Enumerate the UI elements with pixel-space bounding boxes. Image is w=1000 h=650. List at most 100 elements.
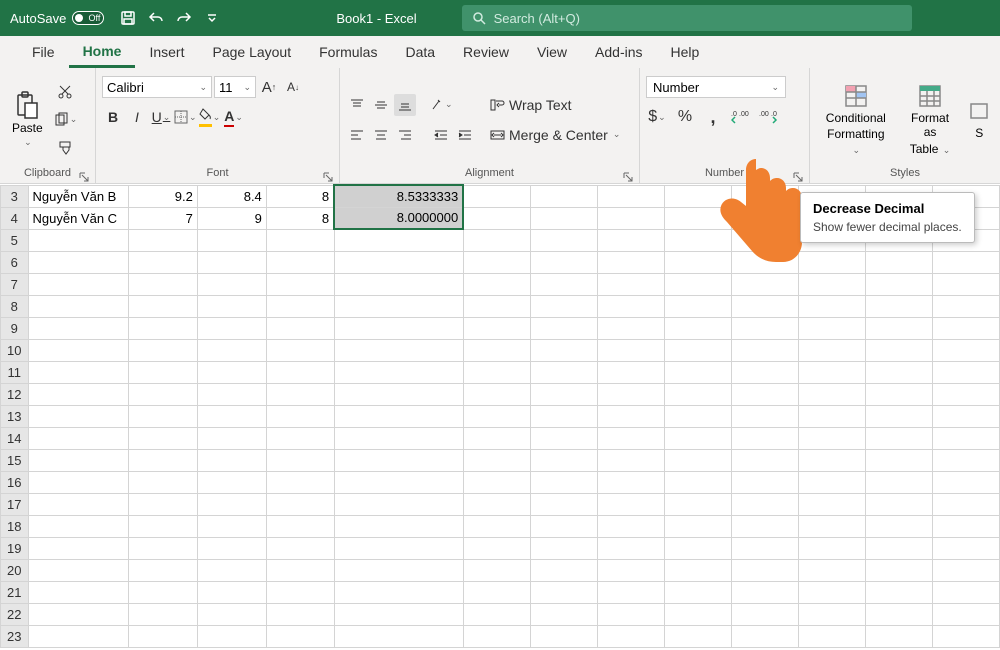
align-middle-button[interactable] <box>370 94 392 116</box>
tab-file[interactable]: File <box>18 38 69 66</box>
cell-J18[interactable] <box>731 515 798 537</box>
cell-C8[interactable] <box>197 295 266 317</box>
cell-C12[interactable] <box>197 383 266 405</box>
cell-E21[interactable] <box>334 581 463 603</box>
cell-B15[interactable] <box>128 449 197 471</box>
cell-L18[interactable] <box>865 515 932 537</box>
cell-G23[interactable] <box>530 625 597 647</box>
row-header[interactable]: 11 <box>1 361 29 383</box>
cell-B4[interactable]: 7 <box>128 207 197 229</box>
row-header[interactable]: 23 <box>1 625 29 647</box>
cell-D15[interactable] <box>266 449 334 471</box>
cell-K21[interactable] <box>798 581 865 603</box>
cell-H8[interactable] <box>597 295 664 317</box>
cell-G7[interactable] <box>530 273 597 295</box>
cell-I10[interactable] <box>664 339 731 361</box>
cell-D13[interactable] <box>266 405 334 427</box>
row-header[interactable]: 9 <box>1 317 29 339</box>
cell-K7[interactable] <box>798 273 865 295</box>
wrap-text-button[interactable]: Wrap Text <box>484 94 578 116</box>
cell-D8[interactable] <box>266 295 334 317</box>
cell-B11[interactable] <box>128 361 197 383</box>
cell-A9[interactable] <box>28 317 128 339</box>
cell-C14[interactable] <box>197 427 266 449</box>
paste-button[interactable]: Paste ⌄ <box>6 89 49 150</box>
cell-M9[interactable] <box>932 317 999 339</box>
cell-H3[interactable] <box>597 185 664 207</box>
cell-D16[interactable] <box>266 471 334 493</box>
accounting-format-button[interactable]: $⌄ <box>646 106 668 128</box>
cell-E6[interactable] <box>334 251 463 273</box>
cell-G16[interactable] <box>530 471 597 493</box>
cell-C16[interactable] <box>197 471 266 493</box>
cell-K9[interactable] <box>798 317 865 339</box>
cell-A19[interactable] <box>28 537 128 559</box>
cell-M15[interactable] <box>932 449 999 471</box>
cell-H13[interactable] <box>597 405 664 427</box>
cell-E3[interactable]: 8.5333333 <box>334 185 463 207</box>
cell-B23[interactable] <box>128 625 197 647</box>
cell-H19[interactable] <box>597 537 664 559</box>
cell-B18[interactable] <box>128 515 197 537</box>
cell-A6[interactable] <box>28 251 128 273</box>
cell-K18[interactable] <box>798 515 865 537</box>
decrease-decimal-button[interactable]: .00.0 <box>758 106 780 128</box>
cell-E14[interactable] <box>334 427 463 449</box>
font-name-select[interactable]: Calibri⌄ <box>102 76 212 98</box>
search-box[interactable]: Search (Alt+Q) <box>462 5 912 31</box>
cell-J21[interactable] <box>731 581 798 603</box>
cell-J22[interactable] <box>731 603 798 625</box>
cell-F23[interactable] <box>463 625 530 647</box>
cell-F17[interactable] <box>463 493 530 515</box>
cell-F5[interactable] <box>463 229 530 251</box>
cell-K12[interactable] <box>798 383 865 405</box>
undo-button[interactable] <box>142 0 170 36</box>
cell-E4[interactable]: 8.0000000 <box>334 207 463 229</box>
cell-F14[interactable] <box>463 427 530 449</box>
orientation-button[interactable]: ⌄ <box>430 94 453 116</box>
cell-styles-button[interactable]: S <box>964 96 994 142</box>
cell-B22[interactable] <box>128 603 197 625</box>
cell-F12[interactable] <box>463 383 530 405</box>
cell-A17[interactable] <box>28 493 128 515</box>
cell-B21[interactable] <box>128 581 197 603</box>
cell-E20[interactable] <box>334 559 463 581</box>
cell-I12[interactable] <box>664 383 731 405</box>
increase-indent-button[interactable] <box>454 124 476 146</box>
cell-L17[interactable] <box>865 493 932 515</box>
cell-L16[interactable] <box>865 471 932 493</box>
cell-L19[interactable] <box>865 537 932 559</box>
cell-L9[interactable] <box>865 317 932 339</box>
cell-M12[interactable] <box>932 383 999 405</box>
cell-G14[interactable] <box>530 427 597 449</box>
cell-G22[interactable] <box>530 603 597 625</box>
align-bottom-button[interactable] <box>394 94 416 116</box>
cell-G4[interactable] <box>530 207 597 229</box>
cell-J16[interactable] <box>731 471 798 493</box>
cell-F15[interactable] <box>463 449 530 471</box>
row-header[interactable]: 20 <box>1 559 29 581</box>
cell-L22[interactable] <box>865 603 932 625</box>
cell-E11[interactable] <box>334 361 463 383</box>
cell-G13[interactable] <box>530 405 597 427</box>
row-header[interactable]: 3 <box>1 185 29 207</box>
comma-style-button[interactable]: , <box>702 106 724 128</box>
cell-G6[interactable] <box>530 251 597 273</box>
decrease-font-size-button[interactable]: A↓ <box>282 76 304 98</box>
cell-M19[interactable] <box>932 537 999 559</box>
cell-I14[interactable] <box>664 427 731 449</box>
cell-K19[interactable] <box>798 537 865 559</box>
cell-E8[interactable] <box>334 295 463 317</box>
cell-B19[interactable] <box>128 537 197 559</box>
font-size-select[interactable]: 11⌄ <box>214 76 256 98</box>
cell-H20[interactable] <box>597 559 664 581</box>
row-header[interactable]: 14 <box>1 427 29 449</box>
cell-J19[interactable] <box>731 537 798 559</box>
cell-H23[interactable] <box>597 625 664 647</box>
save-icon[interactable] <box>114 0 142 36</box>
cell-L12[interactable] <box>865 383 932 405</box>
row-header[interactable]: 21 <box>1 581 29 603</box>
copy-button[interactable]: ⌄ <box>53 109 78 131</box>
cell-M13[interactable] <box>932 405 999 427</box>
cell-H17[interactable] <box>597 493 664 515</box>
